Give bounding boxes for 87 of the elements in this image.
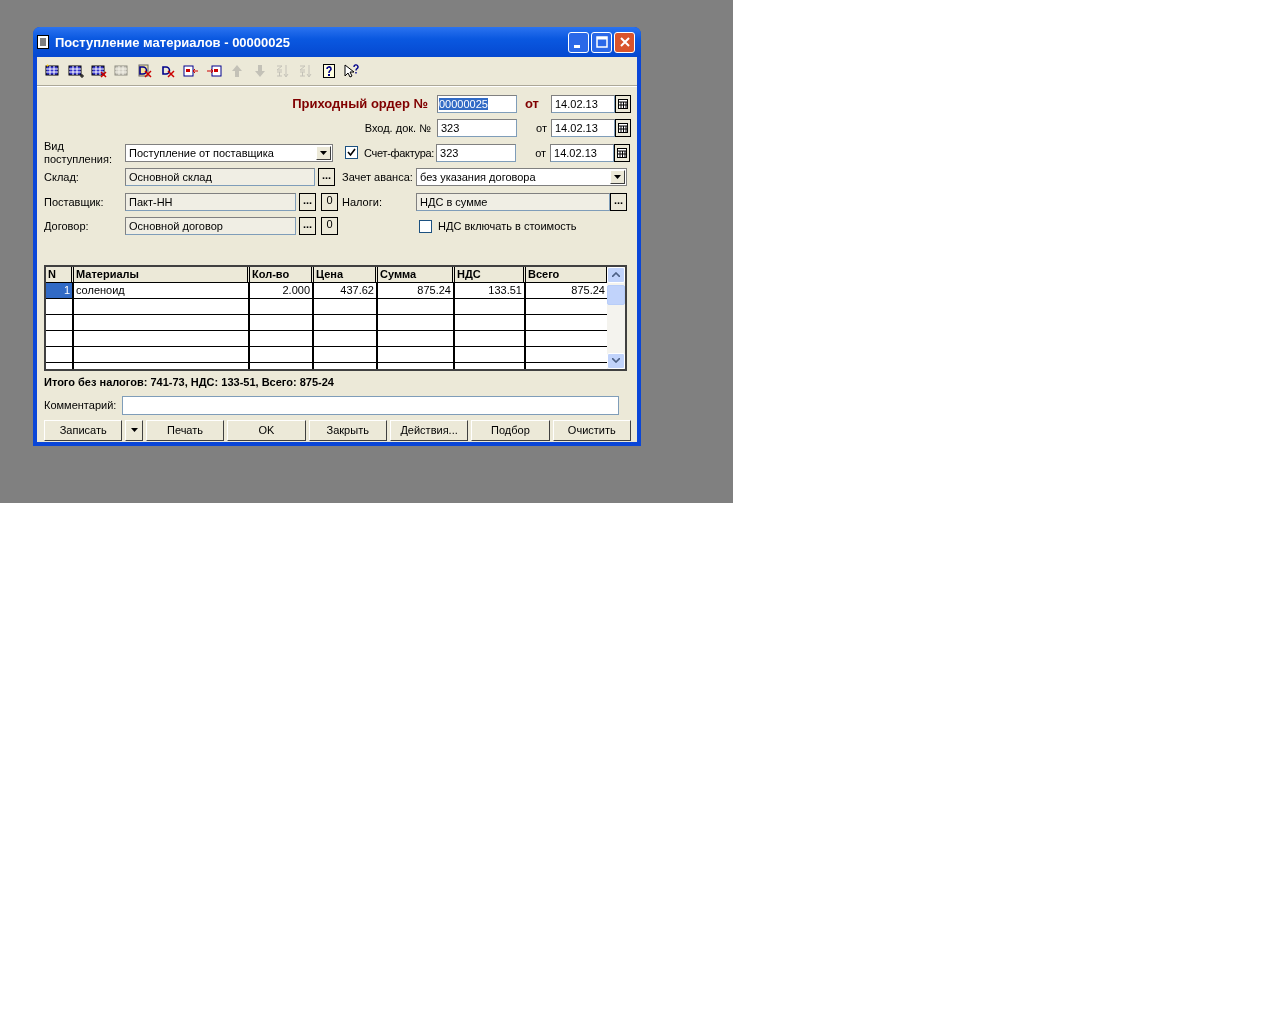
contract-label: Договор: xyxy=(44,220,90,233)
warehouse-field[interactable]: Основной склад xyxy=(125,168,315,187)
scroll-down-icon[interactable] xyxy=(607,352,625,369)
action-button[interactable]: OK xyxy=(227,419,306,441)
date-field[interactable]: 14.02.13 xyxy=(551,94,615,113)
order-number-field[interactable]: 00000025 xyxy=(437,94,517,113)
scroll-thumb[interactable] xyxy=(607,284,625,305)
dropdown-arrow-icon xyxy=(130,428,138,432)
maximize-button[interactable] xyxy=(591,31,612,53)
column-header[interactable]: Кол-во xyxy=(250,266,314,282)
table-cell: 875.24 xyxy=(378,282,455,298)
calendar-button[interactable] xyxy=(615,94,631,113)
sort-icon xyxy=(276,64,290,78)
clear-button[interactable]: 0 xyxy=(321,192,338,211)
receipt-type-label: Вид поступления: xyxy=(44,139,113,166)
vat-checkbox[interactable] xyxy=(419,219,432,233)
action-button[interactable]: Записать xyxy=(44,419,123,441)
minimize-icon xyxy=(573,44,580,48)
action-button[interactable]: Действия... xyxy=(389,419,469,441)
comment-field[interactable] xyxy=(122,395,620,415)
table-row-icon xyxy=(114,64,130,78)
document-delete-icon xyxy=(138,64,152,78)
invoice-checkbox[interactable] xyxy=(345,146,358,160)
select-button[interactable]: ... xyxy=(299,192,316,211)
totals-text: Итого без налогов: 741-73, НДС: 133-51, Всего: 875-24 xyxy=(44,375,335,390)
table-cell: 133.51 xyxy=(455,282,526,298)
insert-icon xyxy=(183,64,199,78)
table-cell: 437.62 xyxy=(314,282,378,298)
document-icon xyxy=(37,35,49,49)
up-arrow-icon xyxy=(230,64,244,78)
advance-label: Зачет аванса: xyxy=(342,171,414,184)
insert-icon xyxy=(206,64,222,78)
date-field[interactable]: 14.02.13 xyxy=(550,143,615,162)
document-delete-icon xyxy=(161,64,175,78)
incoming-doc-label: Вход. док. № xyxy=(364,122,431,135)
calendar-icon xyxy=(618,98,628,109)
calendar-icon xyxy=(618,123,628,134)
supplier-label: Поставщик: xyxy=(44,195,105,208)
invoice-number-field[interactable]: 323 xyxy=(436,143,517,162)
calendar-icon xyxy=(617,147,628,158)
close-icon xyxy=(618,36,631,48)
column-header[interactable]: Цена xyxy=(314,266,378,282)
taxes-field[interactable]: НДС в сумме xyxy=(416,192,610,211)
dropdown-button[interactable] xyxy=(125,419,143,441)
date-label: от xyxy=(535,122,548,135)
column-header[interactable]: НДС xyxy=(455,266,526,282)
table-row-icon xyxy=(45,64,61,78)
contract-field[interactable]: Основной договор xyxy=(125,217,296,236)
close-button[interactable] xyxy=(614,31,635,53)
window-title: Поступление материалов - 00000025 xyxy=(55,34,291,50)
vertical-scrollbar[interactable] xyxy=(607,266,625,369)
help-icon xyxy=(322,64,336,78)
column-header[interactable]: Сумма xyxy=(378,266,455,282)
action-button[interactable]: Печать xyxy=(145,419,225,441)
minimize-button[interactable] xyxy=(568,31,589,53)
date-label: от xyxy=(534,146,548,159)
comment-label: Комментарий: xyxy=(44,399,117,411)
receipt-type-dropdown[interactable]: Поступление от поставщика xyxy=(125,143,333,162)
supplier-field[interactable]: Пакт-НН xyxy=(125,192,296,211)
advance-dropdown[interactable]: без указания договора xyxy=(416,168,627,187)
calendar-button[interactable] xyxy=(615,119,631,138)
table-row-icon xyxy=(68,64,84,78)
select-button[interactable]: ... xyxy=(610,192,627,211)
select-button[interactable]: ... xyxy=(318,168,335,187)
date-label: от xyxy=(524,96,540,111)
calendar-button[interactable] xyxy=(614,143,631,162)
warehouse-label: Склад: xyxy=(44,171,80,184)
incoming-number-field[interactable]: 323 xyxy=(437,119,517,138)
column-header[interactable]: Материалы xyxy=(74,266,250,282)
invoice-label: Счет-фактура: xyxy=(364,146,435,159)
maximize-icon xyxy=(595,36,608,48)
action-button[interactable]: Подбор xyxy=(471,419,550,441)
vat-in-cost-label: НДС включать в стоимость xyxy=(438,220,577,233)
scroll-up-icon[interactable] xyxy=(607,266,625,283)
order-label: Приходный ордер № xyxy=(292,96,428,111)
action-button[interactable]: Закрыть xyxy=(308,419,387,441)
down-arrow-icon xyxy=(253,64,267,78)
action-button[interactable]: Очистить xyxy=(552,419,631,441)
taxes-label: Налоги: xyxy=(342,195,383,208)
select-button[interactable]: ... xyxy=(299,217,316,236)
clear-button[interactable]: 0 xyxy=(321,217,338,236)
table-cell: соленоид xyxy=(74,282,250,298)
sort-icon xyxy=(299,64,313,78)
table-row-icon xyxy=(91,64,107,78)
date-field[interactable]: 14.02.13 xyxy=(551,119,615,138)
table-cell: 2.000 xyxy=(250,282,314,298)
pointer-help-icon xyxy=(344,64,360,78)
